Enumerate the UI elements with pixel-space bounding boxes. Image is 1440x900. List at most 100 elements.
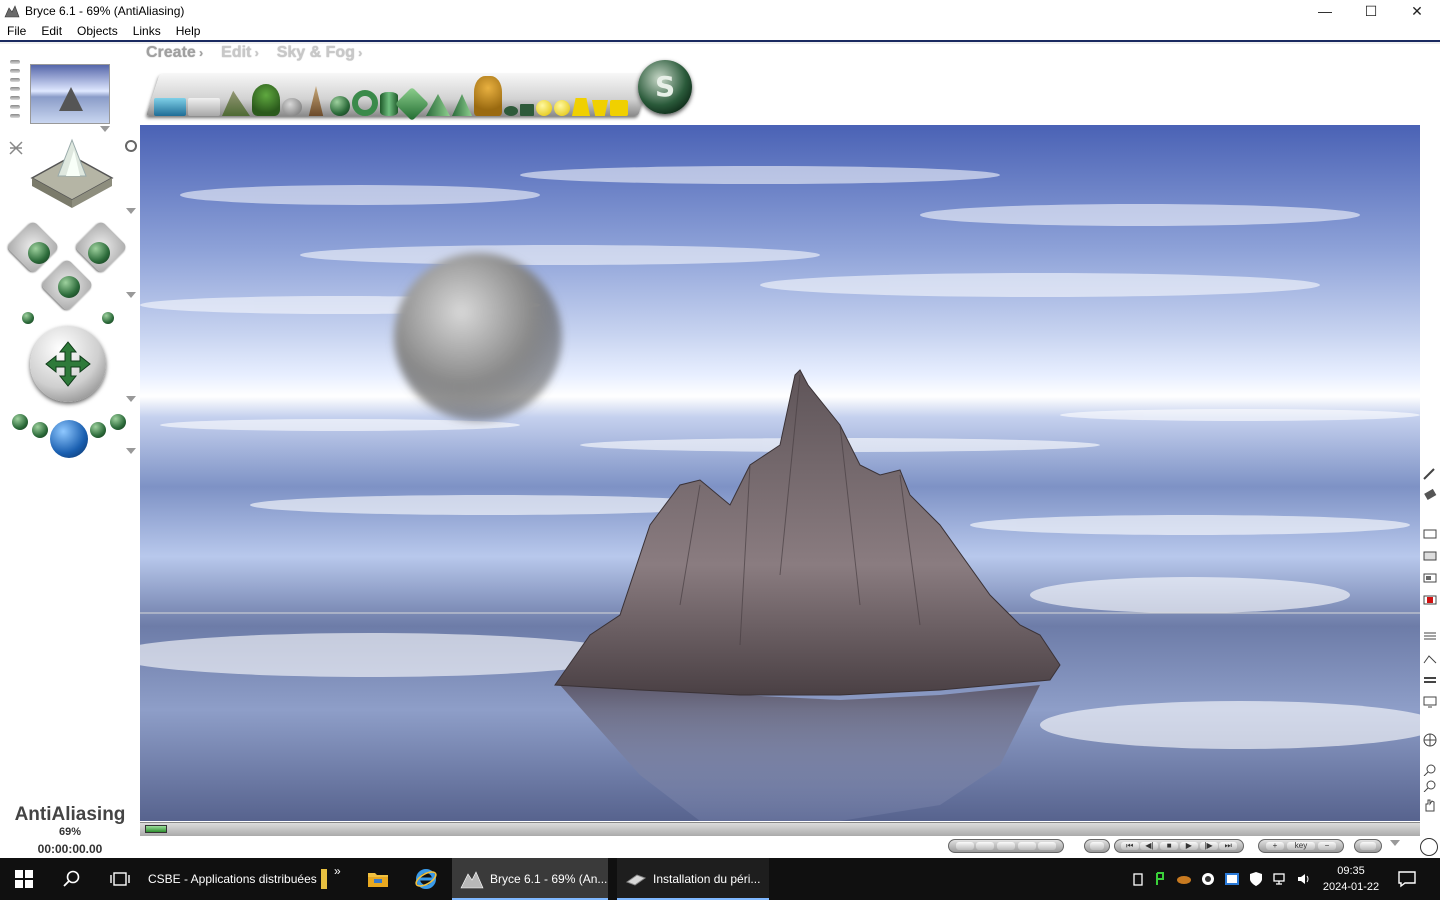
green-app-icon[interactable]: [1152, 871, 1168, 887]
water-plane-icon[interactable]: [154, 98, 186, 116]
nano-preview[interactable]: [30, 64, 110, 124]
radial-light-icon[interactable]: [554, 100, 570, 116]
zoom-out-icon[interactable]: [1423, 780, 1437, 792]
rock-icon[interactable]: [282, 98, 302, 116]
start-button[interactable]: [0, 858, 48, 900]
close-button[interactable]: ✕: [1394, 0, 1440, 22]
render-options-arrow[interactable]: [126, 448, 136, 454]
render-region-icon[interactable]: [1423, 550, 1437, 562]
tab-sky-fog[interactable]: Sky & Fog: [277, 44, 363, 64]
graph-icon[interactable]: [1423, 652, 1437, 664]
toolbar-folder-icon[interactable]: [321, 869, 327, 889]
next-frame-button[interactable]: |▶: [1199, 842, 1218, 850]
keyframe-controls: + key −: [1258, 839, 1344, 853]
light-sphere-icon[interactable]: [536, 100, 552, 116]
notification-center-icon[interactable]: [1396, 870, 1418, 888]
bryce-logo[interactable]: [638, 60, 692, 114]
globe-icon[interactable]: [1420, 838, 1438, 856]
render-button[interactable]: [50, 420, 88, 458]
grid-options-icon[interactable]: [1423, 696, 1437, 708]
wireframe-toggle-icon[interactable]: [8, 140, 24, 158]
tree-icon[interactable]: [252, 84, 280, 116]
last-frame-button[interactable]: ⏭: [1219, 842, 1238, 850]
taskbar-device-install[interactable]: Installation du péri...: [617, 858, 769, 900]
scene-viewport[interactable]: [140, 125, 1420, 821]
menu-edit[interactable]: Edit: [33, 24, 69, 38]
stone-icon[interactable]: [330, 96, 350, 116]
taskbar-clock[interactable]: 09:35 2024-01-22: [1318, 863, 1384, 895]
first-frame-button[interactable]: ⏮: [1120, 842, 1139, 850]
disc-icon[interactable]: [504, 106, 518, 116]
taskbar-internet-explorer[interactable]: [404, 858, 448, 900]
list-icon[interactable]: [1423, 630, 1437, 642]
network-icon[interactable]: [1272, 871, 1288, 887]
shield-icon[interactable]: [1248, 871, 1264, 887]
clock-date: 2024-01-22: [1322, 881, 1380, 893]
animation-timeline[interactable]: [140, 822, 1420, 836]
camera-trackball-controls[interactable]: [6, 220, 128, 326]
parallel-light-icon[interactable]: [610, 100, 628, 116]
terrain-icon[interactable]: [222, 90, 250, 116]
nav-ball-icon[interactable]: [1423, 732, 1437, 748]
tab-edit[interactable]: Edit: [221, 44, 259, 64]
play-button[interactable]: ▶: [1179, 842, 1198, 850]
drive-icon[interactable]: [1176, 871, 1192, 887]
usb-icon[interactable]: [1130, 871, 1146, 887]
tab-create[interactable]: Create: [146, 44, 203, 64]
yz-trackball-icon[interactable]: [88, 242, 110, 264]
view-options-arrow[interactable]: [126, 208, 136, 214]
remove-key-button[interactable]: −: [1318, 842, 1336, 850]
eraser-icon[interactable]: [1423, 488, 1437, 500]
stop-button[interactable]: ■: [1160, 842, 1179, 850]
menu-objects[interactable]: Objects: [69, 24, 125, 38]
zoom-in-icon[interactable]: [1423, 764, 1437, 776]
minimize-button[interactable]: —: [1302, 0, 1348, 22]
view-control-cube[interactable]: [28, 138, 116, 212]
pan-hand-icon[interactable]: [1423, 798, 1437, 812]
frame-selector[interactable]: [948, 839, 1064, 853]
antivirus-icon[interactable]: [1200, 871, 1216, 887]
trackball-options-arrow[interactable]: [126, 292, 136, 298]
preview-options-arrow[interactable]: [100, 126, 110, 132]
task-view-button[interactable]: [96, 858, 144, 900]
bars-icon[interactable]: [1423, 674, 1437, 686]
search-button[interactable]: [48, 858, 96, 900]
taskbar-file-explorer[interactable]: [356, 858, 400, 900]
camera-mode-icon[interactable]: [125, 140, 137, 152]
pyramid-icon[interactable]: [426, 94, 450, 116]
animation-options-arrow[interactable]: [1390, 840, 1400, 846]
human-figure-icon[interactable]: [474, 76, 502, 116]
square-icon[interactable]: [520, 104, 534, 116]
record-icon[interactable]: [1423, 594, 1437, 606]
torus-icon[interactable]: [352, 90, 378, 116]
maximize-button[interactable]: ☐: [1348, 0, 1394, 22]
prev-frame-button[interactable]: ◀|: [1140, 842, 1159, 850]
taskbar-bryce[interactable]: Bryce 6.1 - 69% (An...: [452, 858, 608, 900]
taskbar-toolbar-label[interactable]: CSBE - Applications distribuées: [148, 872, 317, 886]
animation-options-button[interactable]: [1354, 839, 1382, 853]
cone-icon[interactable]: [452, 94, 472, 116]
view-slider[interactable]: [10, 60, 20, 128]
timeline-scrubber[interactable]: [145, 825, 167, 833]
volume-icon[interactable]: [1296, 871, 1312, 887]
cube-icon[interactable]: [395, 87, 429, 121]
render-box-icon[interactable]: [1423, 572, 1437, 584]
square-spotlight-icon[interactable]: [592, 100, 608, 116]
toolbar-expand-chevron[interactable]: »: [334, 864, 341, 878]
symmetrical-lattice-icon[interactable]: [308, 86, 324, 116]
terrain-plane-icon[interactable]: [188, 98, 220, 116]
menu-help[interactable]: Help: [168, 24, 208, 38]
pencil-icon[interactable]: [1423, 468, 1437, 480]
trackball-mode-arrow[interactable]: [126, 396, 136, 402]
xy-trackball-icon[interactable]: [28, 242, 50, 264]
xz-trackball-icon[interactable]: [58, 276, 80, 298]
display-icon[interactable]: [1224, 871, 1240, 887]
menu-links[interactable]: Links: [125, 24, 168, 38]
add-key-button[interactable]: +: [1266, 842, 1284, 850]
spotlight-icon[interactable]: [572, 98, 590, 116]
camera-trackball[interactable]: [30, 326, 106, 402]
menu-file[interactable]: File: [0, 24, 33, 38]
key-icon[interactable]: key: [1287, 842, 1315, 850]
frame-mode-button[interactable]: [1084, 839, 1110, 853]
render-window-icon[interactable]: [1423, 528, 1437, 540]
